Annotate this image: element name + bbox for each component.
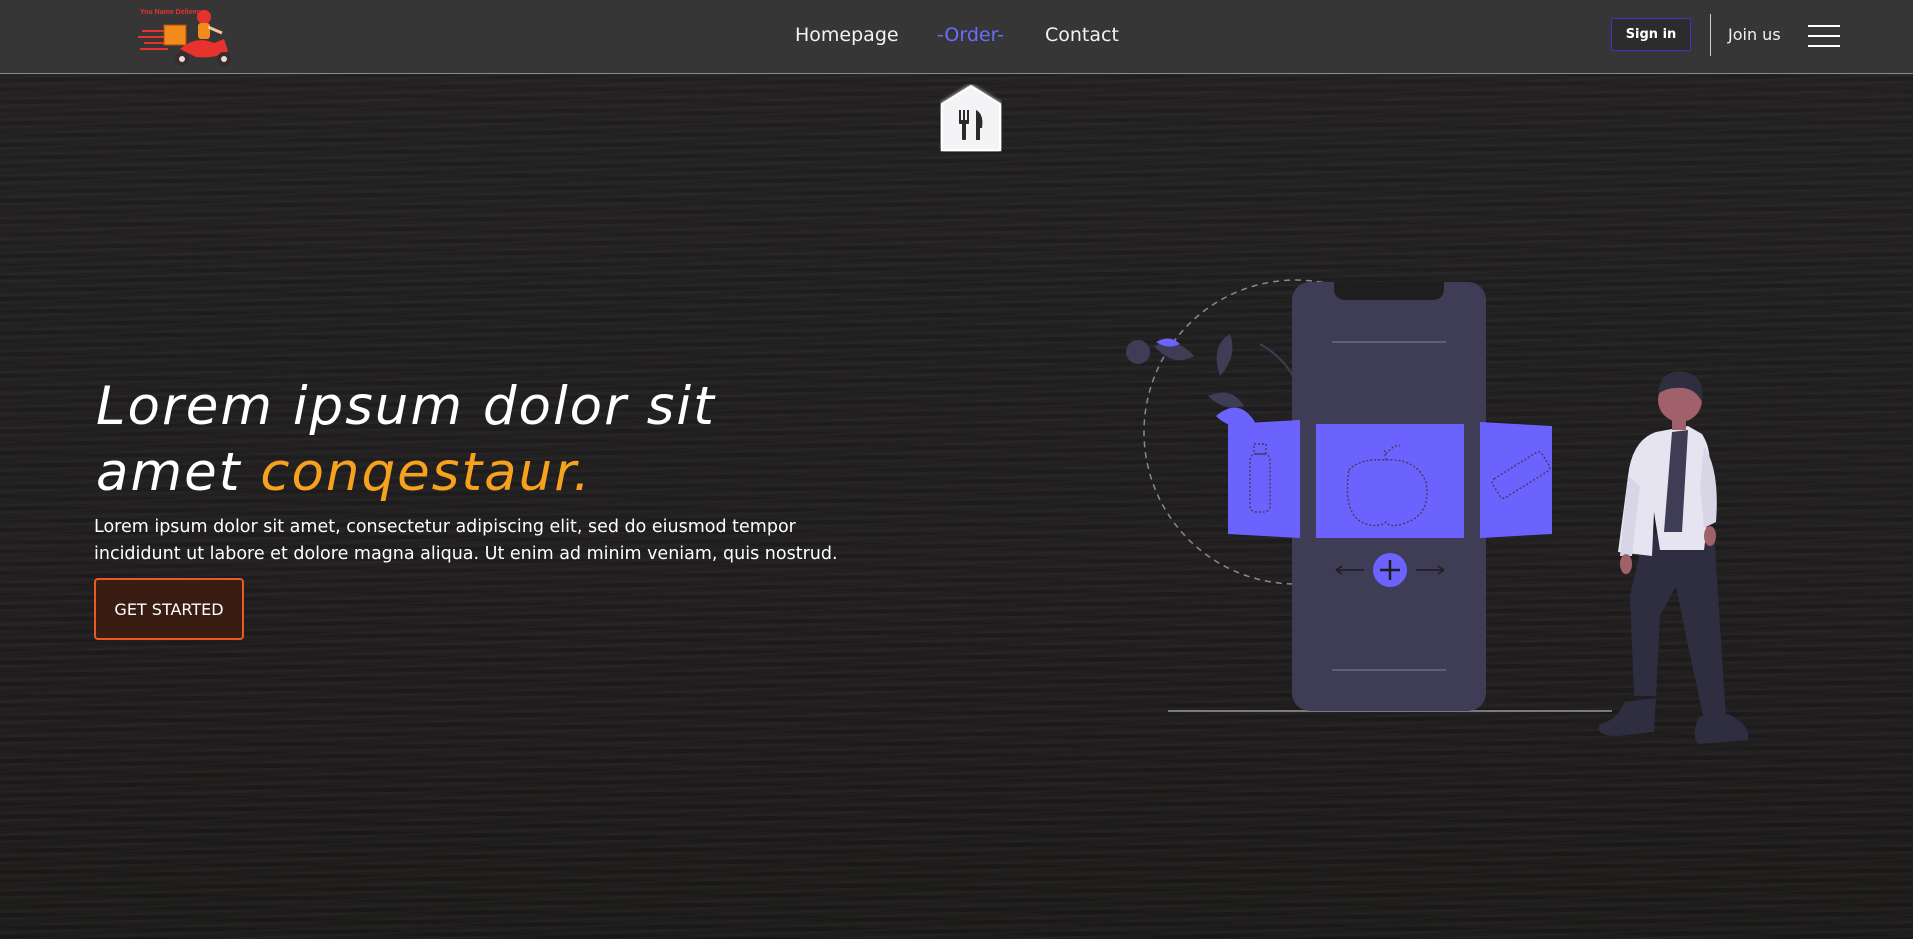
hero-title: Lorem ipsum dolor sit amet conqestaur. <box>96 374 856 506</box>
mobile-order-illustration <box>1120 236 1760 776</box>
nav-divider <box>1710 14 1711 56</box>
navbar: You Name Delivery Homepage -Order- Conta… <box>0 0 1913 74</box>
fork-knife-icon[interactable] <box>940 84 1002 152</box>
join-us-link[interactable]: Join us <box>1728 25 1781 44</box>
nav-homepage[interactable]: Homepage <box>795 24 899 46</box>
hero-title-line1: Lorem ipsum dolor sit <box>96 376 716 437</box>
nav-order[interactable]: -Order- <box>937 24 1004 46</box>
nav-contact[interactable]: Contact <box>1045 24 1119 46</box>
scooter-delivery-logo[interactable]: You Name Delivery <box>136 3 244 69</box>
hamburger-icon[interactable] <box>1808 25 1840 47</box>
hero-title-line2: amet <box>96 442 261 503</box>
get-started-button[interactable]: GET STARTED <box>94 578 244 640</box>
sign-in-button[interactable]: Sign in <box>1611 18 1691 51</box>
hero-description-line2: incididunt ut labore et dolore magna ali… <box>94 544 838 564</box>
hero-description: Lorem ipsum dolor sit amet, consectetur … <box>94 514 874 568</box>
logo-text: You Name Delivery <box>140 9 203 16</box>
hero-description-line1: Lorem ipsum dolor sit amet, consectetur … <box>94 517 796 537</box>
hero-title-highlight: conqestaur. <box>260 442 592 503</box>
